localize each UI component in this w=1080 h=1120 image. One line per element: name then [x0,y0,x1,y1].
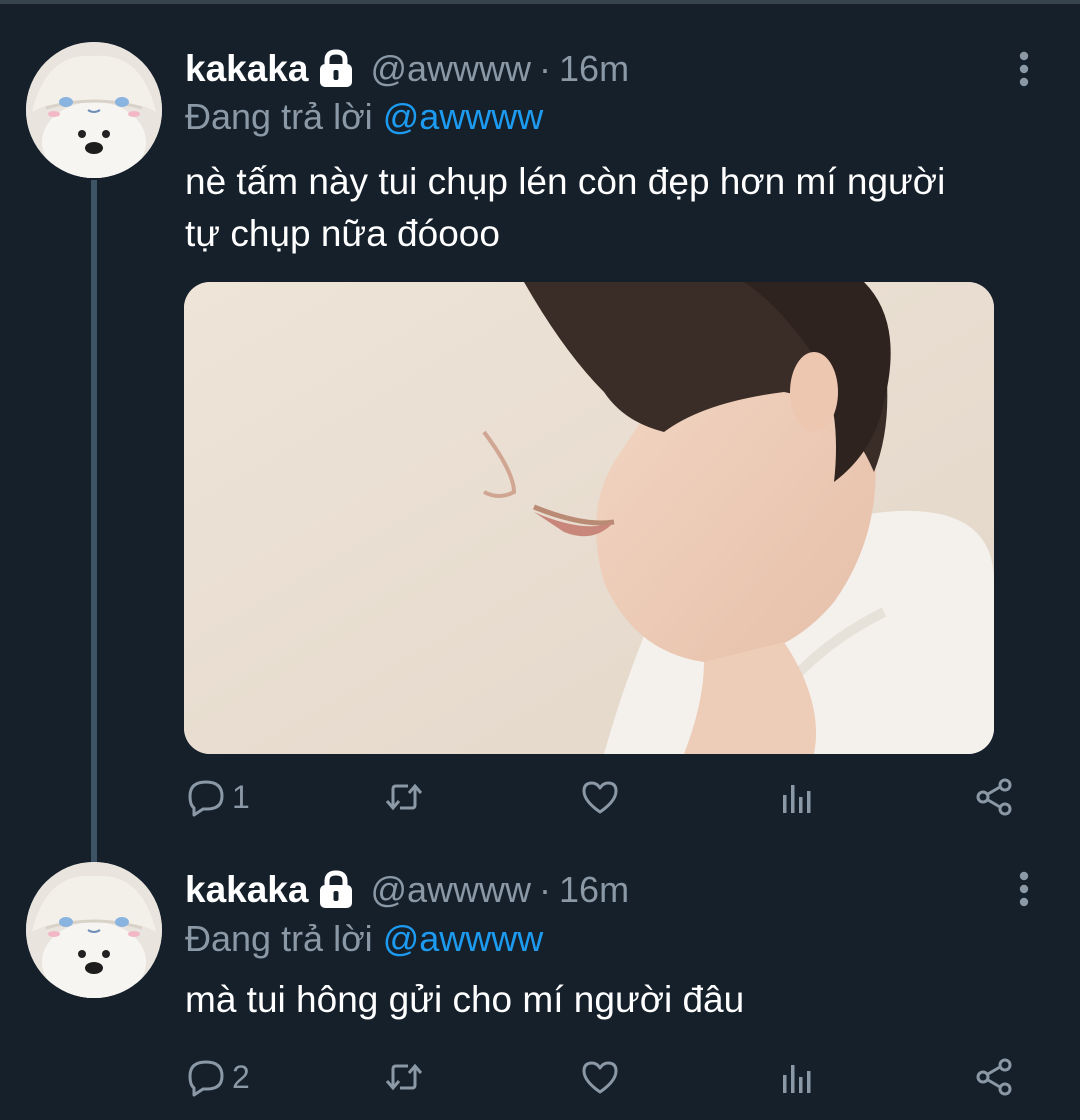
reply-prefix: Đang trả lời [185,96,373,137]
tweet-photo[interactable] [184,282,994,754]
handle[interactable]: @awwww [370,48,531,90]
retweet-button[interactable] [384,772,424,822]
tweet-actions: 2 [184,1052,1024,1102]
reply-context: Đang trả lời @awwww [185,96,543,138]
retweet-icon [385,783,423,811]
like-icon [582,781,618,814]
photo-image [184,282,994,754]
timestamp[interactable]: 16m [559,869,629,911]
top-divider [0,0,1080,4]
reply-icon [188,1060,224,1097]
like-button[interactable] [580,772,620,822]
avatar[interactable] [26,42,162,178]
reply-button[interactable]: 1 [186,772,250,822]
avatar-image [26,862,162,998]
lock-icon [316,870,356,910]
lock-icon [316,49,356,89]
reply-button[interactable]: 2 [186,1052,250,1102]
reply-context: Đang trả lời @awwww [185,918,543,960]
separator-dot: · [539,48,552,89]
tweet-actions: 1 [184,772,1024,822]
analytics-button[interactable] [778,1052,818,1102]
more-icon[interactable] [1012,870,1036,910]
tweet-header: kakaka @awwww · 16m [185,860,629,920]
share-button[interactable] [974,772,1014,822]
thread-connector-line [91,180,97,880]
tweet-text: mà tui hông gửi cho mí người đâu [185,979,745,1020]
timestamp[interactable]: 16m [559,48,629,90]
display-name[interactable]: kakaka [185,48,308,90]
share-icon [976,778,1012,816]
separator-dot: · [539,869,552,910]
analytics-button[interactable] [778,772,818,822]
handle[interactable]: @awwww [370,869,531,911]
like-button[interactable] [580,1052,620,1102]
analytics-icon [783,1065,811,1093]
display-name[interactable]: kakaka [185,869,308,911]
tweet-header: kakaka @awwww · 16m [185,39,629,99]
more-icon[interactable] [1012,50,1036,90]
share-button[interactable] [974,1052,1014,1102]
reply-count: 1 [232,778,250,815]
reply-count: 2 [232,1058,250,1095]
retweet-icon [385,1063,423,1091]
reply-icon [188,780,224,817]
reply-mention[interactable]: @awwww [383,96,544,137]
avatar-image [26,42,162,178]
retweet-button[interactable] [384,1052,424,1102]
like-icon [582,1061,618,1094]
tweet-text: nè tấm này tui chụp lén còn đẹp hơn mí n… [185,161,946,254]
avatar[interactable] [26,862,162,998]
share-icon [976,1058,1012,1096]
reply-prefix: Đang trả lời [185,918,373,959]
analytics-icon [783,785,811,813]
reply-mention[interactable]: @awwww [383,918,544,959]
